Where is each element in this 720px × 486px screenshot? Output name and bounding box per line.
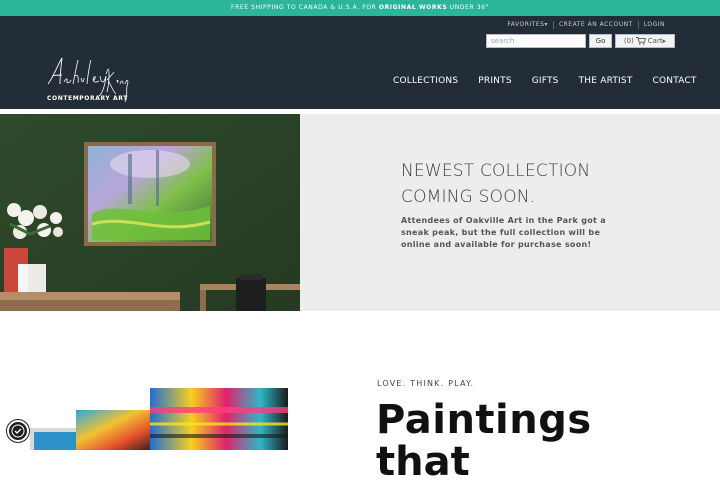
- nav-the-artist[interactable]: THE ARTIST: [579, 76, 633, 86]
- promo-prefix: FREE SHIPPING TO CANADA & U.S.A. FOR: [231, 4, 379, 11]
- painting-stack-image[interactable]: [0, 380, 300, 450]
- hero-room-image[interactable]: [0, 114, 300, 311]
- search-input[interactable]: search: [486, 34, 586, 48]
- logo-subtitle: CONTEMPORARY ART: [47, 95, 128, 102]
- accessibility-icon: [11, 424, 25, 438]
- cart-label: Cart▸: [647, 37, 667, 45]
- nav-gifts[interactable]: GIFTS: [532, 76, 559, 86]
- create-account-link[interactable]: CREATE AN ACCOUNT: [552, 21, 638, 29]
- promo-highlight[interactable]: ORIGINAL WORKS: [379, 4, 447, 11]
- utility-links: FAVORITES▾ CREATE AN ACCOUNT LOGIN: [502, 21, 670, 29]
- cart-icon: [635, 37, 646, 45]
- nav-prints[interactable]: PRINTS: [478, 76, 511, 86]
- site-header: FAVORITES▾ CREATE AN ACCOUNT LOGIN searc…: [0, 16, 720, 109]
- chair: [236, 278, 266, 311]
- promo-suffix: UNDER 36": [447, 4, 489, 11]
- hero-panel: NEWEST COLLECTION COMING SOON. Attendees…: [300, 114, 720, 311]
- main-nav: COLLECTIONS PRINTS GIFTS THE ARTIST CONT…: [393, 76, 697, 86]
- hero-title-line2: COMING SOON.: [401, 187, 536, 207]
- cart-button[interactable]: (0) Cart▸: [615, 34, 675, 48]
- cart-count: (0): [623, 37, 634, 45]
- go-button[interactable]: Go: [589, 34, 612, 48]
- hero-title: NEWEST COLLECTION COMING SOON.: [401, 158, 661, 210]
- table-top: [0, 292, 180, 300]
- login-link[interactable]: LOGIN: [637, 21, 670, 29]
- hero-title-line1: NEWEST COLLECTION: [401, 161, 591, 181]
- hero-description: Attendees of Oakville Art in the Park go…: [401, 216, 606, 249]
- promo-bar: FREE SHIPPING TO CANADA & U.S.A. FOR ORI…: [0, 0, 720, 16]
- section-tagline: LOVE. THINK. PLAY.: [377, 379, 475, 388]
- section-heading-line2: that: [376, 439, 470, 485]
- favorites-link[interactable]: FAVORITES▾: [502, 21, 553, 29]
- accessibility-button[interactable]: [7, 420, 29, 442]
- nav-collections[interactable]: COLLECTIONS: [393, 76, 458, 86]
- section-heading: Paintings: [376, 397, 592, 443]
- nav-contact[interactable]: CONTACT: [653, 76, 697, 86]
